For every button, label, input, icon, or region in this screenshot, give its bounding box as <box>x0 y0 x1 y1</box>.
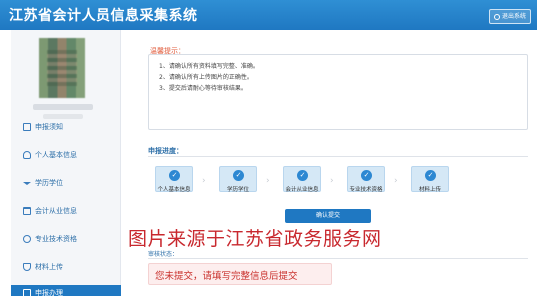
notice-line: 1、请确认所有资料填写完整、准确。 <box>159 63 259 70</box>
sidebar-item-education[interactable]: 学历学位 <box>11 175 121 191</box>
check-icon: ✓ <box>425 170 436 181</box>
document-icon <box>23 123 31 131</box>
progress-step-label: 学历学位 <box>226 187 249 193</box>
progress-step-label: 个人基本信息 <box>157 187 191 193</box>
progress-step-label: 会计从业信息 <box>285 187 319 193</box>
progress-step-label: 材料上传 <box>418 187 441 193</box>
status-box: 您未提交，请填写完整信息后提交 <box>148 263 332 285</box>
app-title: 江苏省会计人员信息采集系统 <box>9 8 198 24</box>
sidebar: 申报须知 个人基本信息 学历学位 会计从业信息 专业技术资格 材料上传 申报办理 <box>11 30 121 296</box>
exit-label: 退出系统 <box>501 13 526 20</box>
sidebar-item-qualification[interactable]: 专业技术资格 <box>11 231 121 247</box>
source-watermark: 图片来源于江苏省政务服务网 <box>128 228 382 250</box>
sidebar-item-label: 申报须知 <box>35 123 63 131</box>
sidebar-item-upload[interactable]: 材料上传 <box>11 259 121 275</box>
review-title: 审核状态： <box>148 251 179 258</box>
app-header: 江苏省会计人员信息采集系统 退出系统 <box>0 0 537 30</box>
sidebar-item-label: 申报办理 <box>35 289 63 296</box>
sidebar-item-label: 个人基本信息 <box>35 151 77 159</box>
notice-box: 1、请确认所有资料填写完整、准确。 2、请确认所有上传图片的正确性。 3、提交后… <box>148 54 528 130</box>
sidebar-item-label: 会计从业信息 <box>35 207 77 215</box>
submit-icon <box>23 289 31 296</box>
sidebar-item-accounting[interactable]: 会计从业信息 <box>11 203 121 219</box>
progress-divider <box>148 156 528 157</box>
progress-title: 申报进度： <box>148 147 183 155</box>
sidebar-item-label: 专业技术资格 <box>35 235 77 243</box>
sidebar-item-basic-info[interactable]: 个人基本信息 <box>11 147 121 163</box>
sidebar-item-notice[interactable]: 申报须知 <box>11 119 121 135</box>
review-divider <box>148 258 528 259</box>
status-message: 您未提交，请填写完整信息后提交 <box>155 271 298 282</box>
graduation-cap-icon <box>23 181 31 185</box>
notice-line: 2、请确认所有上传图片的正确性。 <box>159 74 253 81</box>
notice-line: 3、提交后请耐心等待审核结果。 <box>159 85 247 92</box>
sidebar-item-label: 学历学位 <box>35 179 63 187</box>
exit-button[interactable]: 退出系统 <box>488 9 531 24</box>
sidebar-item-label: 材料上传 <box>35 263 63 271</box>
info-icon <box>23 235 31 243</box>
user-icon <box>23 151 31 159</box>
power-icon <box>493 13 500 20</box>
check-icon: ✓ <box>297 170 308 181</box>
briefcase-icon <box>23 207 31 215</box>
check-icon: ✓ <box>169 170 180 181</box>
user-name-placeholder <box>33 104 93 110</box>
confirm-submit-button[interactable]: 确认提交 <box>285 209 371 223</box>
upload-icon <box>23 263 31 271</box>
check-icon: ✓ <box>361 170 372 181</box>
sidebar-item-submit[interactable]: 申报办理 <box>11 285 121 296</box>
progress-step-label: 专业技术资格 <box>349 187 383 193</box>
check-icon: ✓ <box>233 170 244 181</box>
avatar <box>39 38 85 98</box>
